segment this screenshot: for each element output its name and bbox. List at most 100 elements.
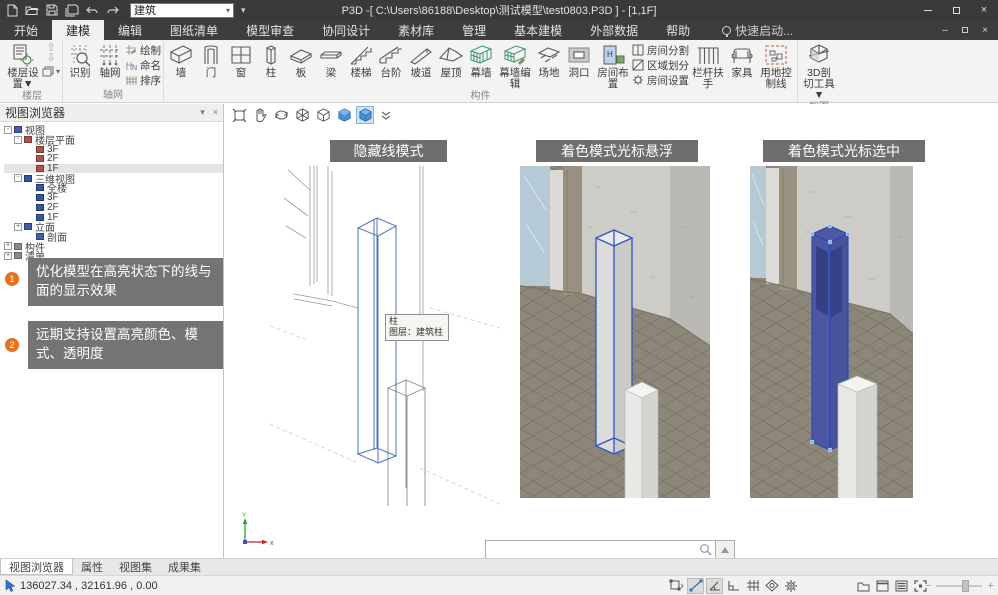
tree-item-3d-3f[interactable]: 3F — [4, 193, 223, 203]
panel-close-icon[interactable]: × — [213, 107, 218, 118]
tree-item-plan-2f[interactable]: 2F — [4, 154, 223, 164]
curtain-wall-edit-button[interactable]: 幕墙编辑 — [496, 41, 534, 91]
wall-button[interactable]: 墙 — [166, 41, 196, 80]
cube-icon — [36, 184, 44, 191]
grid-axis-button[interactable]: 轴网 — [95, 41, 125, 80]
tab-basic-modeling[interactable]: 基本建模 — [500, 20, 576, 40]
tree-item-3d-views[interactable]: -三维视图 — [4, 173, 223, 183]
slab-button[interactable]: 板 — [286, 41, 316, 80]
undo-icon[interactable] — [84, 3, 100, 17]
tab-start[interactable]: 开始 — [0, 20, 52, 40]
tree-item-3d-2f[interactable]: 2F — [4, 203, 223, 213]
opening-button[interactable]: 洞口 — [564, 41, 594, 80]
floor-settings-label: 楼层设置▼ — [6, 68, 40, 90]
tree-item-floor-plans[interactable]: -楼层平面 — [4, 135, 223, 145]
section-tool-button[interactable]: 3D剖切工具▼ — [800, 41, 838, 102]
grid-identify-button[interactable]: 识别 — [65, 41, 95, 80]
door-button[interactable]: 门 — [196, 41, 226, 80]
ribbon-group-grid: 识别 轴网 绘制 N 命名 排序 — [62, 40, 163, 102]
site-button[interactable]: 场地 — [534, 41, 564, 80]
object-snap-icon[interactable] — [668, 578, 685, 594]
tab-results-set[interactable]: 成果集 — [160, 559, 209, 575]
mdi-minimize-button[interactable]: – — [936, 22, 954, 38]
minimize-button[interactable] — [914, 0, 942, 20]
ortho-snap-icon[interactable] — [725, 578, 742, 594]
layer-list-icon[interactable] — [893, 578, 910, 594]
viewport-canvas[interactable]: 隐藏线模式 着色模式光标悬浮 着色模式光标选中 — [224, 104, 998, 558]
hidden-line-mode-icon[interactable] — [314, 106, 332, 124]
command-expand-button[interactable] — [715, 540, 735, 559]
new-window-icon[interactable] — [855, 578, 872, 594]
save-icon[interactable] — [44, 3, 60, 17]
room-settings-button[interactable]: 房间设置 — [632, 73, 689, 87]
angle-snap-icon[interactable] — [706, 578, 723, 594]
profile-select-value: 建筑 — [134, 2, 156, 18]
panel-pin-icon[interactable]: ▾ — [200, 107, 205, 118]
grid-draw-button[interactable]: 绘制 — [125, 43, 161, 57]
floor-settings-button[interactable]: 楼层设置▼ — [4, 41, 42, 91]
pan-hand-icon[interactable] — [251, 106, 269, 124]
orbit-icon[interactable] — [272, 106, 290, 124]
tab-view-set[interactable]: 视图集 — [111, 559, 160, 575]
stairs-button[interactable]: 楼梯 — [346, 41, 376, 80]
zoom-track[interactable] — [936, 585, 982, 587]
tree-item-3d-all[interactable]: 全楼 — [4, 183, 223, 193]
zone-divide-button[interactable]: 区域划分 — [632, 58, 689, 72]
tab-modeling[interactable]: 建模 — [52, 20, 104, 40]
grid-toggle-icon[interactable] — [744, 578, 761, 594]
roof-button[interactable]: 屋顶 — [436, 41, 466, 80]
grid-sort-button[interactable]: 排序 — [125, 73, 161, 87]
tree-item-elevations[interactable]: +立面 — [4, 222, 223, 232]
close-button[interactable]: × — [970, 0, 998, 20]
profile-select[interactable]: 建筑 ▾ — [130, 3, 234, 18]
railing-button[interactable]: 栏杆扶手 — [689, 41, 727, 91]
window-layout-icon[interactable] — [874, 578, 891, 594]
command-input[interactable] — [489, 544, 699, 556]
shaded-mode-icon[interactable] — [335, 106, 353, 124]
save-all-icon[interactable] — [64, 3, 80, 17]
quick-launch[interactable]: 快速启动... — [722, 20, 793, 40]
tab-material-lib[interactable]: 素材库 — [384, 20, 448, 40]
zoom-extents-icon[interactable] — [230, 106, 248, 124]
view-orbit-icon[interactable] — [763, 578, 780, 594]
furniture-button[interactable]: 家具 — [727, 41, 757, 80]
land-control-line-button[interactable]: 用地控制线 — [757, 41, 795, 91]
room-layout-button[interactable]: H 房间布置 — [594, 41, 632, 91]
new-file-icon[interactable] — [4, 3, 20, 17]
floor-copy-button[interactable]: ▾ — [42, 66, 60, 77]
grid-name-button[interactable]: N 命名 — [125, 58, 161, 72]
wireframe-mode-icon[interactable] — [293, 106, 311, 124]
toolbar-expand-icon[interactable] — [377, 106, 395, 124]
mdi-restore-button[interactable] — [956, 22, 974, 38]
tab-collab-design[interactable]: 协同设计 — [308, 20, 384, 40]
tree-item-plan-3f[interactable]: 3F — [4, 144, 223, 154]
tab-external-data[interactable]: 外部数据 — [576, 20, 652, 40]
tab-view-browser[interactable]: 视图浏览器 — [0, 559, 73, 575]
tab-edit[interactable]: 编辑 — [104, 20, 156, 40]
open-file-icon[interactable] — [24, 3, 40, 17]
qat-customize-icon[interactable]: ▾ — [241, 5, 246, 16]
steps-button[interactable]: 台阶 — [376, 41, 406, 80]
tab-manage[interactable]: 管理 — [448, 20, 500, 40]
tab-model-review[interactable]: 模型审查 — [232, 20, 308, 40]
zoom-handle[interactable] — [962, 580, 969, 592]
ramp-button[interactable]: 坡道 — [406, 41, 436, 80]
zoom-in-button[interactable]: + — [987, 580, 993, 592]
settings-gear-icon[interactable] — [782, 578, 799, 594]
polar-snap-icon[interactable] — [687, 578, 704, 594]
column-button[interactable]: 柱 — [256, 41, 286, 80]
tab-drawing-list[interactable]: 图纸清单 — [156, 20, 232, 40]
redo-icon[interactable] — [104, 3, 120, 17]
floor-down-button[interactable]: ⇩ — [46, 53, 55, 63]
curtain-wall-button[interactable]: 幕墙 — [466, 41, 496, 80]
room-split-button[interactable]: 房间分割 — [632, 43, 689, 57]
tab-properties[interactable]: 属性 — [73, 559, 111, 575]
mdi-close-button[interactable]: × — [976, 22, 994, 38]
beam-button[interactable]: 梁 — [316, 41, 346, 80]
window-button[interactable]: 窗 — [226, 41, 256, 80]
components-group-label: 构件 — [166, 91, 795, 102]
restore-button[interactable] — [942, 0, 970, 20]
tab-help[interactable]: 帮助 — [652, 20, 704, 40]
shaded-edges-mode-icon[interactable] — [356, 106, 374, 124]
zoom-out-button[interactable]: − — [925, 580, 931, 592]
